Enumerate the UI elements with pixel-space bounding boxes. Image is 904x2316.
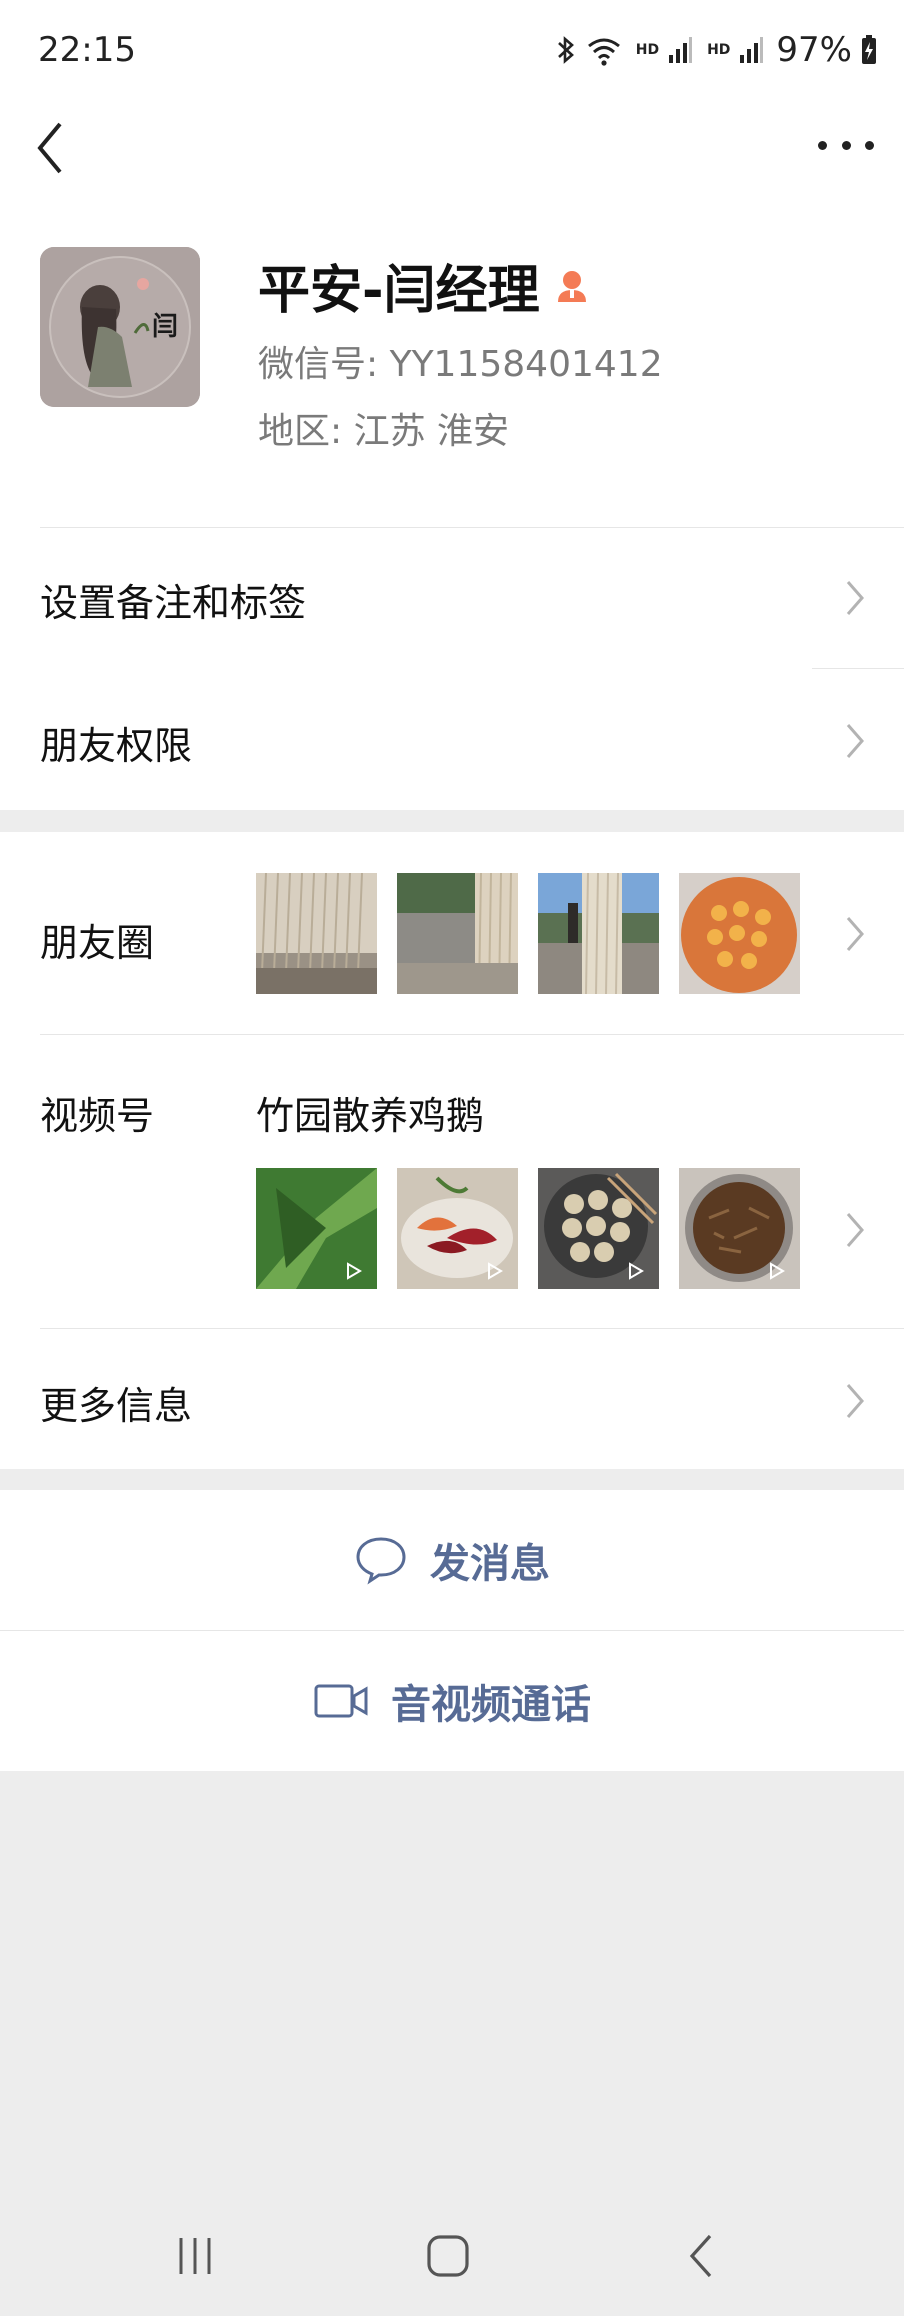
friend-permission-row[interactable]: 朋友权限 — [0, 669, 904, 810]
more-options-button[interactable] — [818, 130, 874, 160]
more-info-row[interactable]: 更多信息 — [0, 1329, 904, 1469]
channel-video-thumbnail — [397, 1168, 518, 1289]
chevron-right-icon — [846, 1384, 864, 1418]
back-nav-icon[interactable] — [686, 2232, 716, 2280]
status-icons: HD HD 97% — [554, 28, 878, 72]
person-badge-icon — [557, 270, 586, 302]
recent-apps-icon[interactable] — [175, 2234, 215, 2278]
channel-name: 竹园散养鸡鹅 — [256, 1094, 485, 1138]
avatar[interactable]: 闫 — [40, 247, 200, 407]
chevron-right-icon — [846, 581, 864, 615]
moments-thumbnail — [679, 873, 800, 994]
friend-permission-label: 朋友权限 — [40, 724, 193, 768]
svg-text:闫: 闫 — [152, 312, 178, 342]
dot — [865, 140, 874, 150]
home-icon[interactable] — [426, 2234, 470, 2278]
moments-thumbnail — [397, 873, 518, 994]
wechat-id: 微信号: YY1158401412 — [258, 344, 663, 385]
moments-thumbnail — [538, 873, 659, 994]
chevron-right-icon — [846, 1213, 864, 1247]
bluetooth-icon — [557, 36, 574, 64]
moments-label: 朋友圈 — [40, 921, 155, 965]
region: 地区: 江苏 淮安 — [258, 411, 510, 452]
battery-charging-icon — [862, 35, 876, 64]
channel-video-thumbnail — [538, 1168, 659, 1289]
channel-video-thumbnail — [256, 1168, 377, 1289]
video-call-label: 音视频通话 — [391, 1682, 591, 1728]
nickname: 平安-闫经理 — [258, 261, 540, 321]
dot — [841, 140, 851, 150]
nickname-row: 平安-闫经理 — [258, 248, 592, 323]
navigation-bar — [0, 2200, 904, 2316]
video-camera-icon — [314, 1684, 368, 1718]
remark-tags-label: 设置备注和标签 — [40, 581, 307, 625]
battery-percent: 97% — [776, 30, 852, 70]
chat-bubble-icon — [356, 1537, 406, 1585]
signal-icon-2 — [740, 37, 764, 63]
more-info-label: 更多信息 — [40, 1384, 193, 1428]
video-call-button[interactable]: 音视频通话 — [0, 1631, 904, 1771]
channels-label: 视频号 — [40, 1094, 155, 1138]
moments-thumbnail — [256, 873, 377, 994]
status-time: 22:15 — [38, 30, 136, 70]
send-message-button[interactable]: 发消息 — [0, 1490, 904, 1630]
dot — [818, 140, 827, 150]
send-message-label: 发消息 — [430, 1541, 550, 1587]
chevron-right-icon — [846, 917, 864, 951]
wifi-icon — [587, 38, 620, 66]
moments-row[interactable]: 朋友圈 — [0, 832, 904, 1034]
signal-icon — [669, 37, 693, 63]
avatar-image: 闫 — [40, 247, 200, 407]
back-arrow-icon[interactable] — [28, 118, 72, 178]
chevron-right-icon — [846, 724, 864, 758]
remark-tags-row[interactable]: 设置备注和标签 — [0, 528, 904, 668]
channels-row[interactable]: 视频号 竹园散养鸡鹅 — [0, 1035, 904, 1328]
hd-label-2: HD — [707, 42, 731, 58]
channel-video-thumbnail — [679, 1168, 800, 1289]
hd-label: HD — [635, 42, 660, 58]
